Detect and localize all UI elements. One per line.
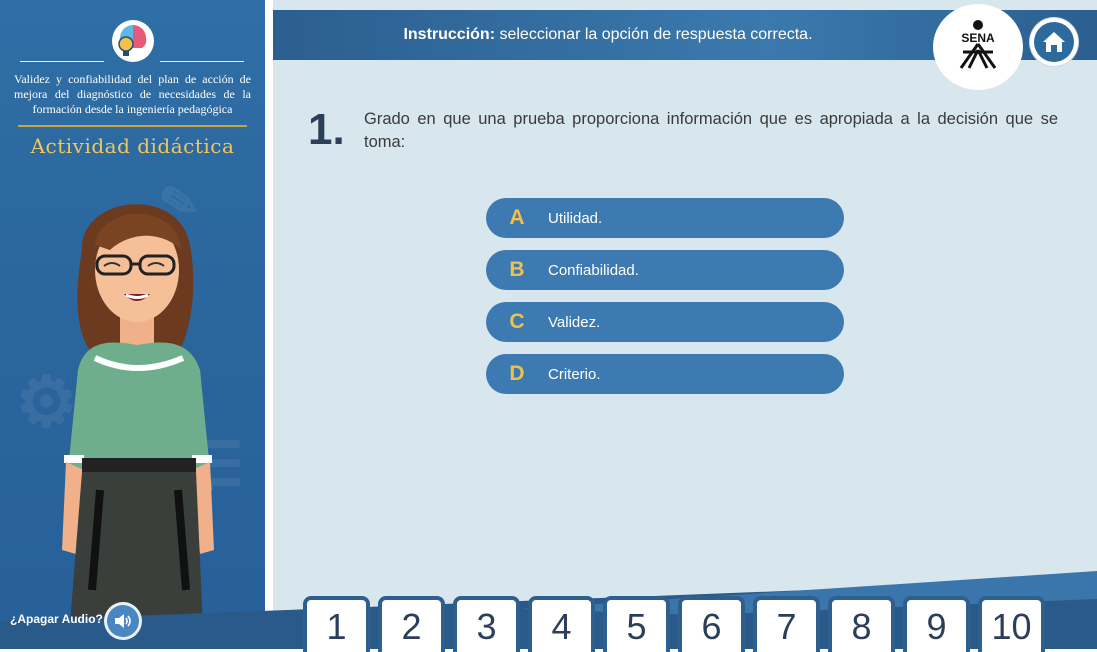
page-button-5[interactable]: 5 (603, 596, 670, 652)
page-button-1[interactable]: 1 (303, 596, 370, 652)
answer-option-c[interactable]: C Validez. (486, 302, 844, 342)
option-label: Criterio. (548, 365, 601, 383)
instruction-label: Instrucción: (403, 26, 496, 43)
sidebar-divider (265, 0, 273, 649)
option-letter: B (509, 258, 525, 281)
audio-toggle-label: ¿Apagar Audio? (10, 612, 103, 626)
question-text: Grado en que una prueba proporciona info… (364, 110, 1058, 151)
sena-logo-text: SENA (961, 31, 995, 45)
audio-toggle-button[interactable] (104, 602, 142, 640)
question-number: 1. (308, 105, 345, 154)
course-title: Validez y confiabilidad del plan de acci… (14, 72, 251, 116)
logo-divider-left (20, 61, 104, 62)
page-button-6[interactable]: 6 (678, 596, 745, 652)
option-letter: A (509, 206, 525, 229)
logo-divider-right (160, 61, 244, 62)
sena-logo-icon: SENA (959, 20, 997, 69)
sidebar: ✎ ⚙ ☰ Validez y confiabilidad del plan d… (0, 0, 265, 649)
sena-logo: SENA (933, 4, 1023, 90)
answer-option-a[interactable]: A Utilidad. (486, 198, 844, 238)
brain-lightbulb-icon (112, 20, 154, 62)
page-button-7[interactable]: 7 (753, 596, 820, 652)
home-button[interactable] (1030, 18, 1078, 66)
option-letter: D (509, 362, 525, 385)
page-button-4[interactable]: 4 (528, 596, 595, 652)
activity-subtitle: Actividad didáctica (30, 134, 235, 158)
subtitle-divider (18, 125, 247, 127)
option-label: Utilidad. (548, 209, 603, 227)
answer-option-b[interactable]: B Confiabilidad. (486, 250, 844, 290)
question-pagination: 1 2 3 4 5 6 7 8 9 10 (303, 596, 1045, 652)
page-button-9[interactable]: 9 (903, 596, 970, 652)
page-button-2[interactable]: 2 (378, 596, 445, 652)
page-button-10[interactable]: 10 (978, 596, 1045, 652)
option-letter: C (509, 310, 525, 333)
instruction-text: Instrucción: seleccionar la opción de re… (273, 10, 943, 60)
home-icon (1043, 32, 1065, 52)
main-panel: Instrucción: seleccionar la opción de re… (273, 0, 1097, 649)
instruction-bar: Instrucción: seleccionar la opción de re… (273, 4, 1097, 90)
audio-button-inner (107, 605, 139, 637)
speaker-icon (115, 614, 131, 628)
option-label: Validez. (548, 313, 601, 331)
answer-option-d[interactable]: D Criterio. (486, 354, 844, 394)
page-button-3[interactable]: 3 (453, 596, 520, 652)
page-button-8[interactable]: 8 (828, 596, 895, 652)
option-label: Confiabilidad. (548, 261, 639, 279)
instruction-body: seleccionar la opción de respuesta corre… (495, 26, 813, 43)
home-button-inner (1034, 22, 1074, 62)
